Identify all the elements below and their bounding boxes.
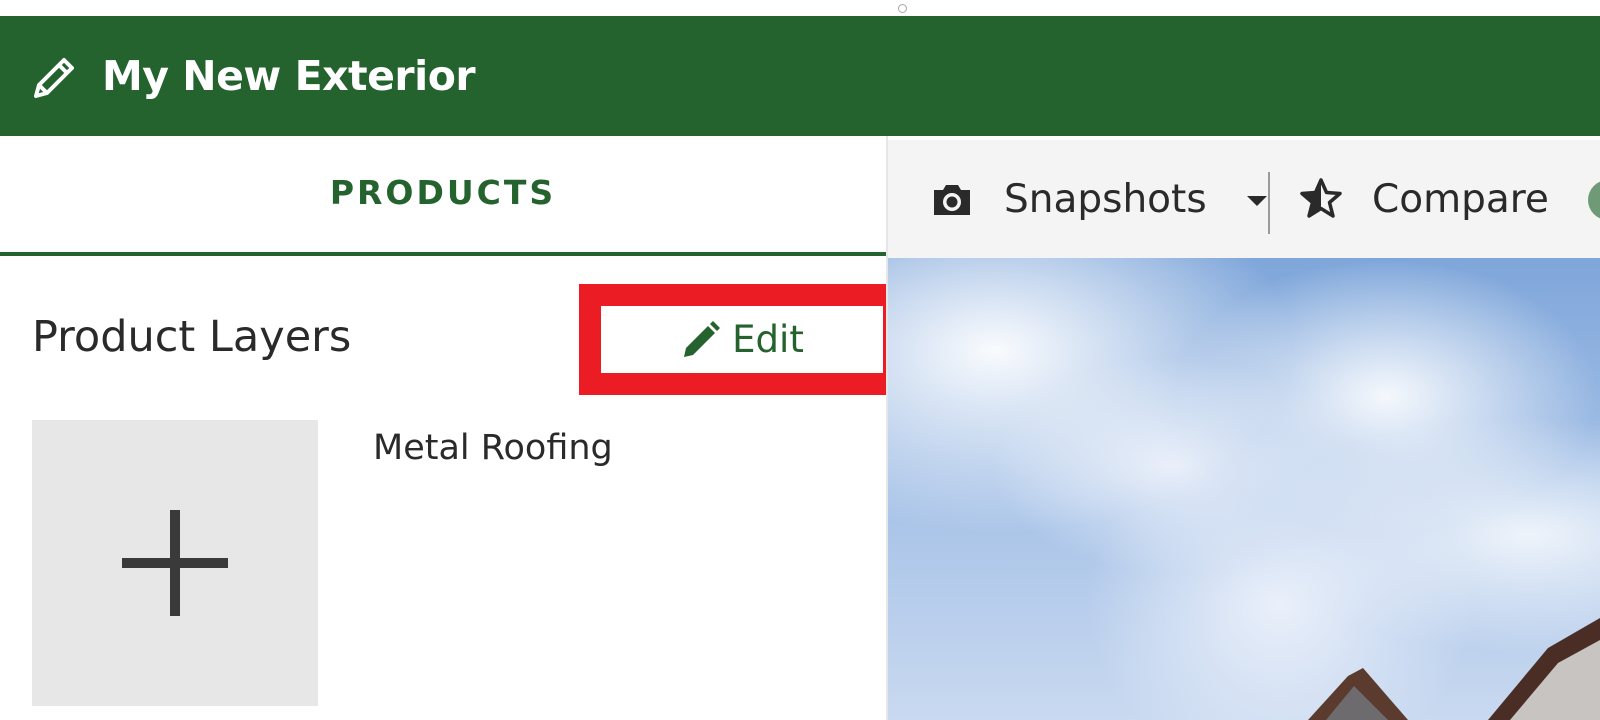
snapshots-button[interactable]: Snapshots [930,140,1267,258]
roof-image [1308,618,1600,720]
tab-products[interactable]: PRODUCTS [0,136,886,256]
snapshots-label: Snapshots [1004,176,1207,222]
toolbar-extra-icon[interactable] [1588,180,1600,220]
section-title: Product Layers [32,312,352,362]
layer-item-label[interactable]: Metal Roofing [373,423,613,473]
resize-handle-icon[interactable] [898,4,907,13]
house-preview-image[interactable] [888,258,1600,720]
app-header: My New Exterior [0,16,1600,136]
toolbar-separator [1268,172,1270,234]
pencil-icon [684,320,721,357]
pencil-icon[interactable] [30,52,80,102]
camera-icon [934,185,970,215]
left-panel: PRODUCTS Product Layers Edit Metal Roofi… [0,136,905,720]
right-panel: Snapshots Compare [888,136,1600,720]
project-title[interactable]: My New Exterior [102,46,476,106]
star-icon [1300,178,1342,218]
edit-button[interactable]: Edit [601,306,883,373]
chevron-down-icon [1246,196,1267,206]
window-top-strip [0,0,1600,16]
edit-button-label: Edit [732,318,804,361]
tab-products-label: PRODUCTS [329,172,557,212]
toolbar: Snapshots Compare [888,140,1600,258]
compare-label: Compare [1372,176,1549,222]
plus-icon [122,510,228,616]
compare-button[interactable]: Compare [1298,140,1549,258]
add-layer-tile[interactable] [32,420,318,706]
